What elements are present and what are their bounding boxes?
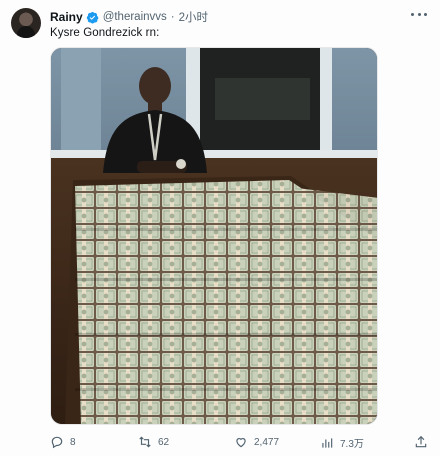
retweet-icon bbox=[139, 436, 151, 448]
views-count: 7.3万 bbox=[340, 439, 364, 450]
share-icon bbox=[415, 435, 427, 448]
like-icon bbox=[236, 438, 246, 448]
photo-illustration bbox=[51, 48, 377, 424]
tweet-text: Kysre Gondrezick rn: bbox=[50, 27, 160, 39]
avatar[interactable] bbox=[11, 8, 41, 38]
timestamp[interactable]: 2小时 bbox=[179, 9, 208, 25]
separator-dot: · bbox=[170, 11, 175, 23]
reply-icon bbox=[51, 436, 63, 449]
reply-button[interactable]: 8 bbox=[50, 435, 76, 449]
tweet-media-photo[interactable] bbox=[50, 47, 378, 425]
more-icon[interactable] bbox=[411, 8, 427, 20]
views-icon bbox=[322, 437, 333, 448]
reply-count: 8 bbox=[70, 436, 76, 448]
tweet-header: Rainy @therainvvs · 2小时 bbox=[50, 9, 208, 25]
handle[interactable]: @therainvvs bbox=[103, 11, 167, 23]
like-button[interactable]: 2,477 bbox=[234, 435, 279, 449]
retweet-count: 62 bbox=[158, 436, 170, 448]
verified-badge-icon bbox=[86, 11, 99, 23]
tweet-actions: 8 62 2,477 7.3万 bbox=[0, 428, 440, 456]
retweet-button[interactable]: 62 bbox=[138, 435, 169, 449]
share-button[interactable] bbox=[414, 435, 434, 449]
views-button[interactable]: 7.3万 bbox=[320, 435, 364, 450]
tweet-card[interactable]: Rainy @therainvvs · 2小时 Kysre Gondrezick… bbox=[0, 0, 440, 456]
display-name[interactable]: Rainy bbox=[50, 10, 83, 24]
like-count: 2,477 bbox=[254, 436, 280, 448]
